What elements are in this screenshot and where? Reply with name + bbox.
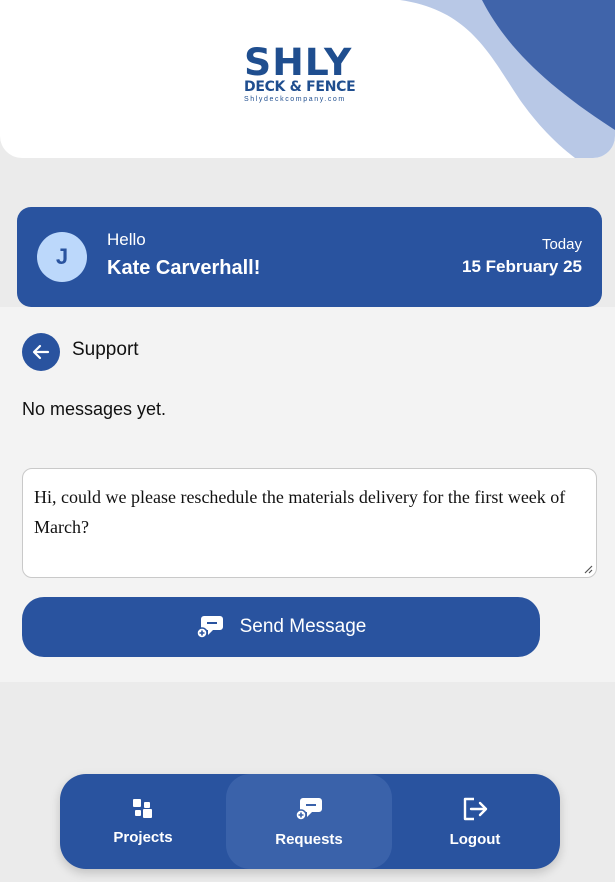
back-button[interactable] [22,333,60,371]
current-date: 15 February 25 [461,257,582,276]
nav-label-logout: Logout [449,830,501,848]
chat-add-icon [295,797,322,821]
support-panel: Support No messages yet. Hi, could we pl… [0,307,615,682]
brand-name: SHLY [244,41,353,84]
nav-item-logout[interactable]: Logout [392,774,558,869]
today-label: Today [541,236,582,253]
arrow-left-icon [32,344,50,360]
nav-item-projects[interactable]: Projects [60,774,226,869]
greeting-hello: Hello [107,230,146,249]
chat-add-icon [195,616,223,639]
message-input[interactable]: Hi, could we please reschedule the mater… [22,468,597,578]
brand-logo: SHLY DECK & FENCE Shlydeckcompany.com [244,41,378,110]
nav-item-requests[interactable]: Requests [226,774,392,869]
brand-url: Shlydeckcompany.com [244,96,346,103]
send-message-label: Send Message [239,616,367,637]
app-header: SHLY DECK & FENCE Shlydeckcompany.com [0,0,615,158]
nav-label-projects: Projects [113,828,173,846]
greeting-card: J Hello Kate Carverhall! Today 15 Februa… [17,207,602,307]
user-name: Kate Carverhall! [107,257,261,279]
avatar: J [37,232,87,282]
grid-icon [133,798,152,818]
empty-messages-text: No messages yet. [22,399,167,419]
logout-icon [463,797,488,820]
send-message-button[interactable]: Send Message [22,597,540,657]
bottom-nav: Projects Requests Logout [60,774,560,869]
page-title: Support [72,339,139,360]
resize-grip-icon[interactable] [583,564,593,574]
nav-label-requests: Requests [275,830,343,848]
